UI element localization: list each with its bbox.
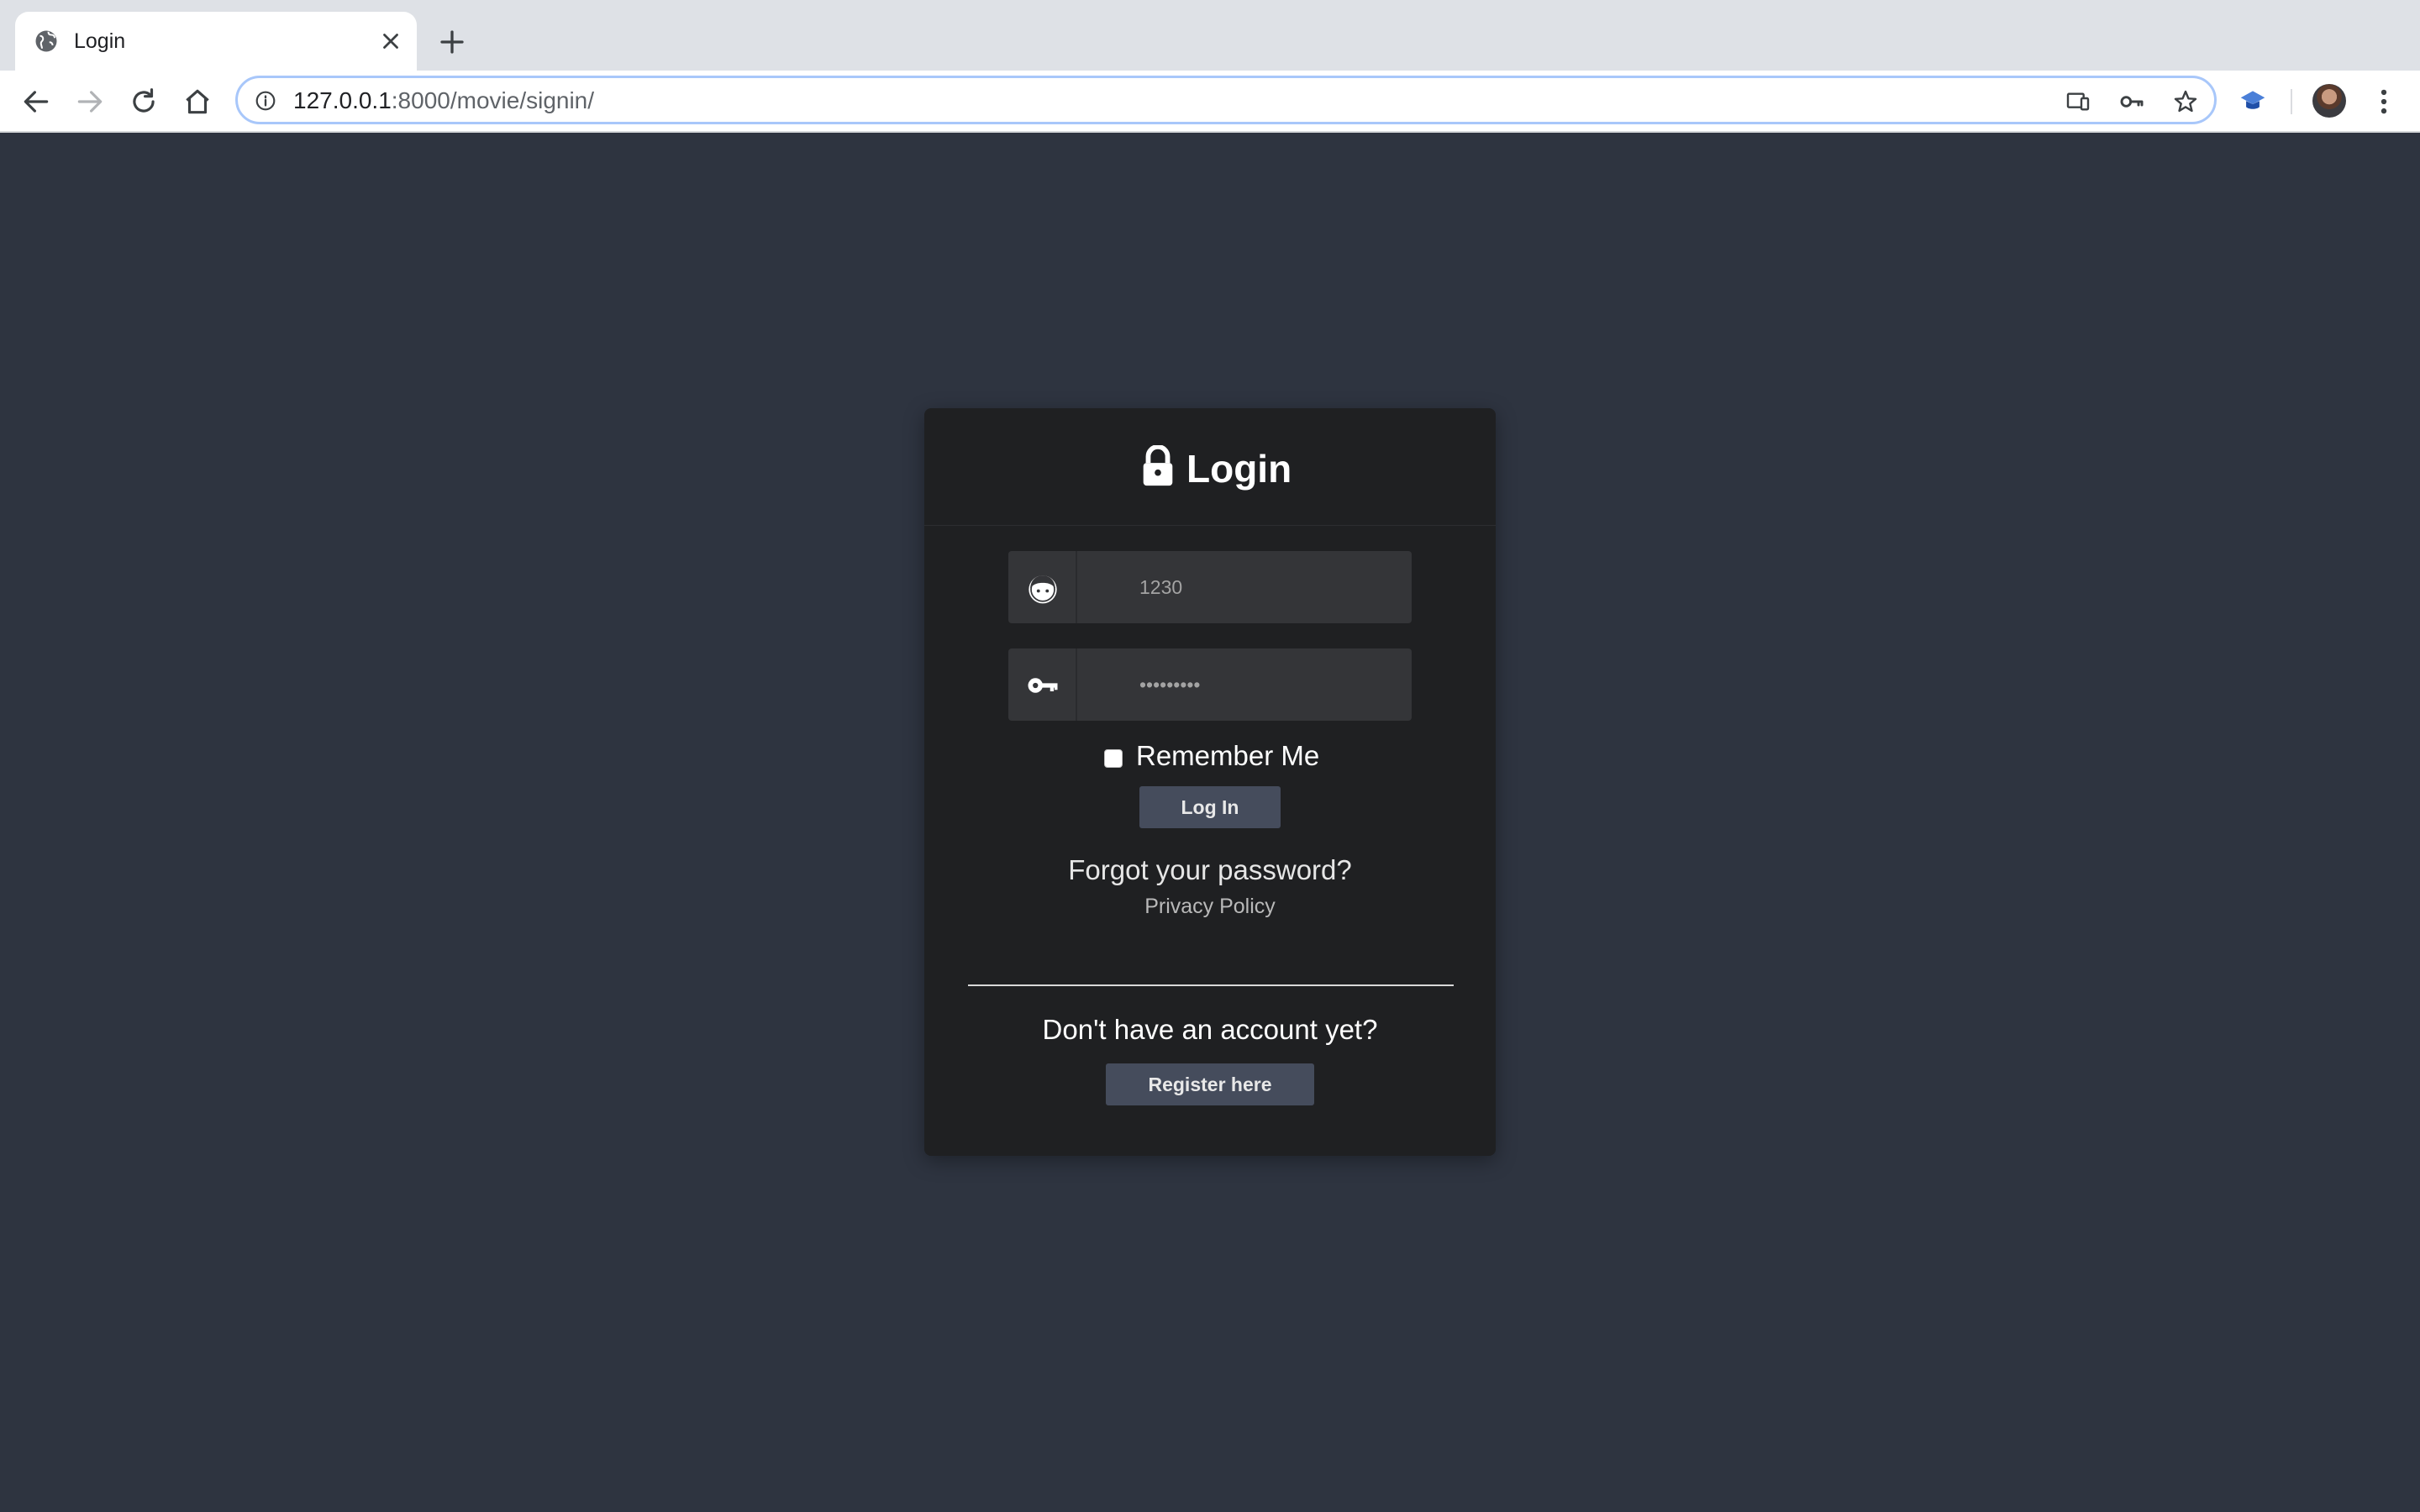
no-account-text: Don't have an account yet? — [1042, 1014, 1378, 1045]
privacy-policy-link[interactable]: Privacy Policy — [924, 894, 1496, 919]
password-input[interactable] — [1079, 648, 1412, 721]
cast-icon[interactable] — [2065, 88, 2091, 115]
key-icon[interactable] — [2118, 88, 2145, 115]
divider — [968, 984, 1454, 986]
avatar[interactable] — [2312, 84, 2346, 118]
toolbar-separator — [2291, 89, 2292, 114]
star-icon[interactable] — [2172, 88, 2199, 115]
browser-tab[interactable]: Login — [15, 12, 417, 71]
username-input[interactable] — [1079, 551, 1412, 623]
card-header: Login — [924, 408, 1496, 526]
url-host: 127.0.0.1 — [293, 87, 392, 113]
lock-icon — [1143, 445, 1173, 486]
forgot-password-link[interactable]: Forgot your password? — [924, 853, 1496, 887]
remember-me-checkbox[interactable] — [1104, 749, 1123, 768]
url-text[interactable]: 127.0.0.1:8000/movie/signin/ — [293, 87, 594, 115]
login-card: Login Remember Me — [924, 408, 1496, 1156]
home-icon[interactable] — [182, 86, 213, 118]
url-path: :8000/movie/signin/ — [391, 87, 595, 113]
globe-icon — [35, 30, 57, 52]
close-tab-icon[interactable] — [378, 29, 403, 54]
username-field — [1008, 551, 1412, 623]
reload-icon[interactable] — [128, 86, 160, 118]
browser-toolbar: 127.0.0.1:8000/movie/signin/ — [0, 71, 2420, 133]
username-addon — [1008, 551, 1077, 623]
register-button[interactable]: Register here — [1106, 1063, 1314, 1105]
login-button[interactable]: Log In — [1139, 786, 1281, 828]
info-icon[interactable] — [255, 90, 276, 112]
menu-icon[interactable] — [2368, 86, 2400, 118]
back-icon[interactable] — [20, 86, 52, 118]
tab-title: Login — [74, 29, 126, 53]
page-title: Login — [1186, 447, 1292, 491]
forward-icon[interactable] — [74, 86, 106, 118]
key-icon — [1028, 678, 1058, 693]
remember-me-label[interactable]: Remember Me — [1136, 739, 1319, 773]
password-field — [1008, 648, 1412, 721]
user-face-icon — [1028, 575, 1057, 604]
extension-icon[interactable] — [2237, 86, 2269, 118]
password-addon — [1008, 648, 1077, 721]
tab-strip: Login — [0, 0, 2420, 71]
new-tab-icon[interactable] — [437, 27, 467, 57]
address-bar[interactable]: 127.0.0.1:8000/movie/signin/ — [235, 76, 2217, 124]
